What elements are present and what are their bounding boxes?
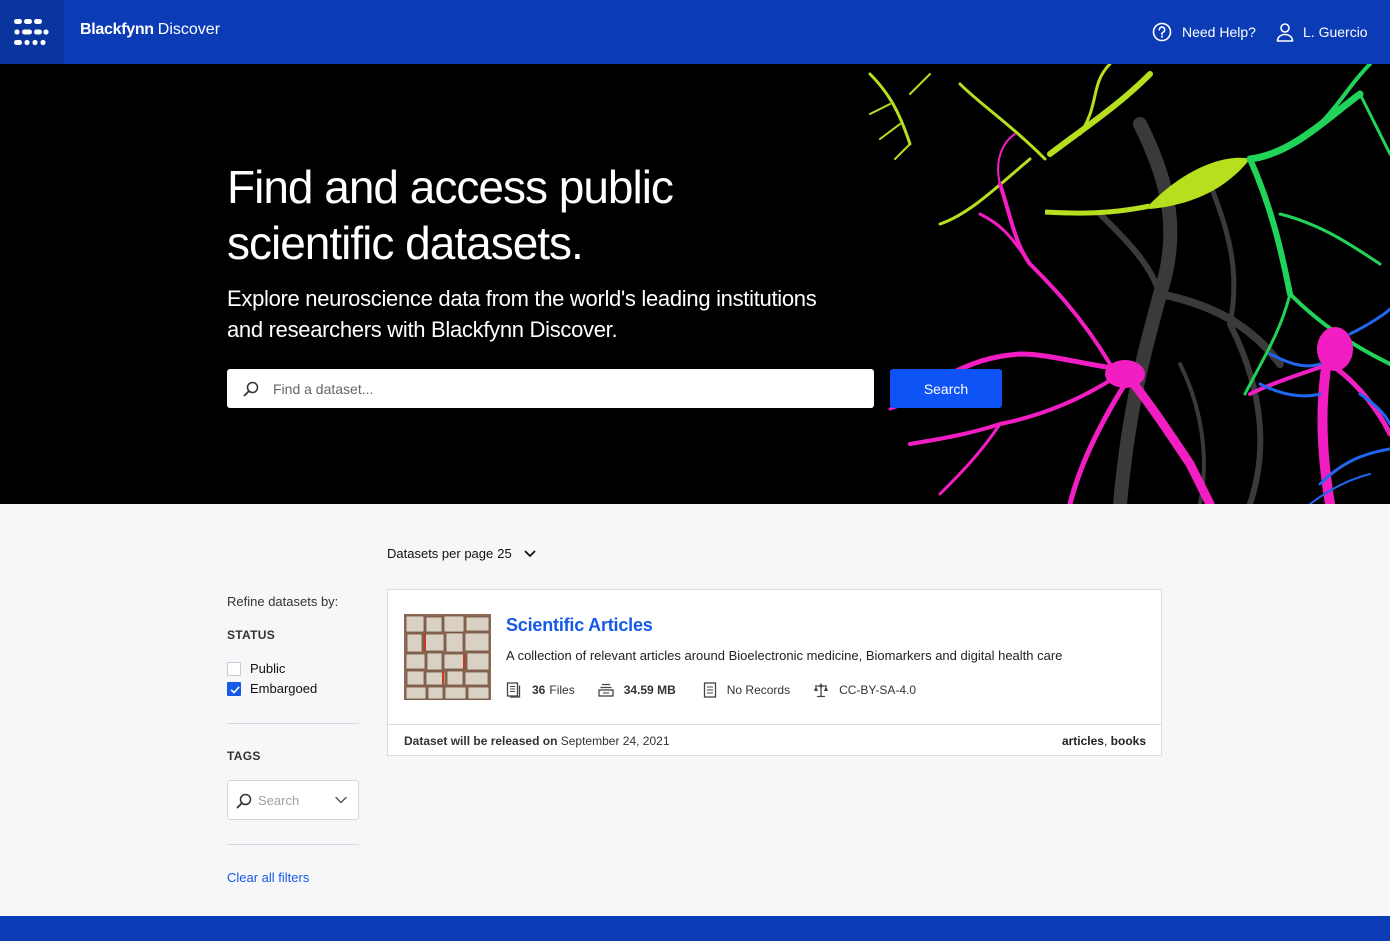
embargoed-checkbox[interactable] <box>227 681 241 696</box>
refine-title: Refine datasets by: <box>227 594 339 609</box>
tags-search-select[interactable]: Search <box>227 780 359 820</box>
dataset-search-box <box>227 369 874 408</box>
dataset-search-input[interactable] <box>273 369 863 408</box>
blackfynn-grid-logo-icon <box>14 19 49 46</box>
search-icon <box>243 381 259 397</box>
dataset-license-value: CC-BY-SA-4.0 <box>839 683 917 697</box>
hero-subtitle-line1: Explore neuroscience data from the world… <box>227 286 817 311</box>
tag-articles[interactable]: articles <box>1062 734 1104 748</box>
dataset-thumbnail[interactable] <box>404 614 491 700</box>
tag-separator: , <box>1103 734 1108 748</box>
status-filter-embargoed[interactable]: Embargoed <box>227 681 317 696</box>
hero-subtitle: Explore neuroscience data from the world… <box>227 283 867 345</box>
brand-light: Discover <box>157 21 221 38</box>
per-page-label: Datasets per page <box>387 546 494 561</box>
tags-search-placeholder: Search <box>258 793 300 808</box>
search-button[interactable]: Search <box>890 369 1002 408</box>
dataset-card-footer: Dataset will be released on September 24… <box>388 724 1161 756</box>
hero-subtitle-line2: and researchers with Blackfynn Discover. <box>227 317 618 342</box>
public-checkbox[interactable] <box>227 661 241 676</box>
filter-divider <box>227 844 359 845</box>
dataset-records: No Records <box>703 682 790 698</box>
release-info: Dataset will be released on September 24… <box>404 734 670 748</box>
scale-balance-icon <box>814 683 829 698</box>
files-count: 36 Files <box>506 682 575 698</box>
clear-all-filters-link[interactable]: Clear all filters <box>227 870 309 885</box>
files-count-label: Files <box>549 683 575 697</box>
per-page-selector[interactable]: Datasets per page 25 <box>387 546 536 561</box>
app-logo[interactable] <box>0 0 64 64</box>
files-count-value: 36 <box>532 683 546 697</box>
dataset-card: Scientific Articles A collection of rele… <box>387 589 1162 756</box>
brand-bold: Blackfynn <box>80 21 154 38</box>
embargoed-label: Embargoed <box>250 681 318 696</box>
hero-title: Find and access public scientific datase… <box>227 159 787 271</box>
dataset-size-value: 34.59 MB <box>623 683 676 697</box>
chevron-down-icon <box>524 550 536 557</box>
release-label: Dataset will be released on <box>404 734 558 748</box>
books-image <box>404 614 491 700</box>
user-icon <box>1276 23 1294 42</box>
user-menu[interactable]: L. Guercio <box>1276 20 1368 44</box>
tag-books[interactable]: books <box>1111 734 1146 748</box>
neuron-illustration <box>868 64 1390 504</box>
search-icon <box>236 793 252 809</box>
dataset-title-link[interactable]: Scientific Articles <box>506 615 653 636</box>
question-circle-icon <box>1152 22 1172 42</box>
dataset-meta: 36 Files 34.59 MB No Records CC-BY-SA-4.… <box>506 682 939 698</box>
page-footer <box>0 916 1390 941</box>
user-name: L. Guercio <box>1303 24 1368 40</box>
dataset-description: A collection of relevant articles around… <box>506 648 1063 663</box>
dataset-license: CC-BY-SA-4.0 <box>813 682 916 698</box>
storage-icon <box>598 683 614 697</box>
checkmark-icon <box>230 686 240 693</box>
hero-banner: Find and access public scientific datase… <box>0 64 1390 504</box>
document-icon <box>703 682 716 698</box>
top-header: Blackfynn Discover Need Help? L. Guercio <box>0 0 1390 64</box>
public-label: Public <box>250 661 286 676</box>
files-icon <box>506 682 521 698</box>
dataset-size: 34.59 MB <box>598 683 680 697</box>
chevron-down-icon <box>335 796 347 804</box>
status-heading: STATUS <box>227 628 276 642</box>
tags-heading: TAGS <box>227 749 261 763</box>
hero-title-line1: Find and access public <box>227 161 674 213</box>
filter-divider <box>227 723 359 724</box>
release-date: September 24, 2021 <box>560 734 670 748</box>
per-page-value: 25 <box>497 546 512 561</box>
brand-name[interactable]: Blackfynn Discover <box>80 21 220 39</box>
need-help-label: Need Help? <box>1182 24 1256 40</box>
hero-title-line2: scientific datasets. <box>227 217 584 269</box>
need-help-link[interactable]: Need Help? <box>1152 20 1256 44</box>
dataset-tags: articles, books <box>1062 734 1146 748</box>
status-filter-public[interactable]: Public <box>227 661 285 676</box>
dataset-records-value: No Records <box>726 683 791 697</box>
